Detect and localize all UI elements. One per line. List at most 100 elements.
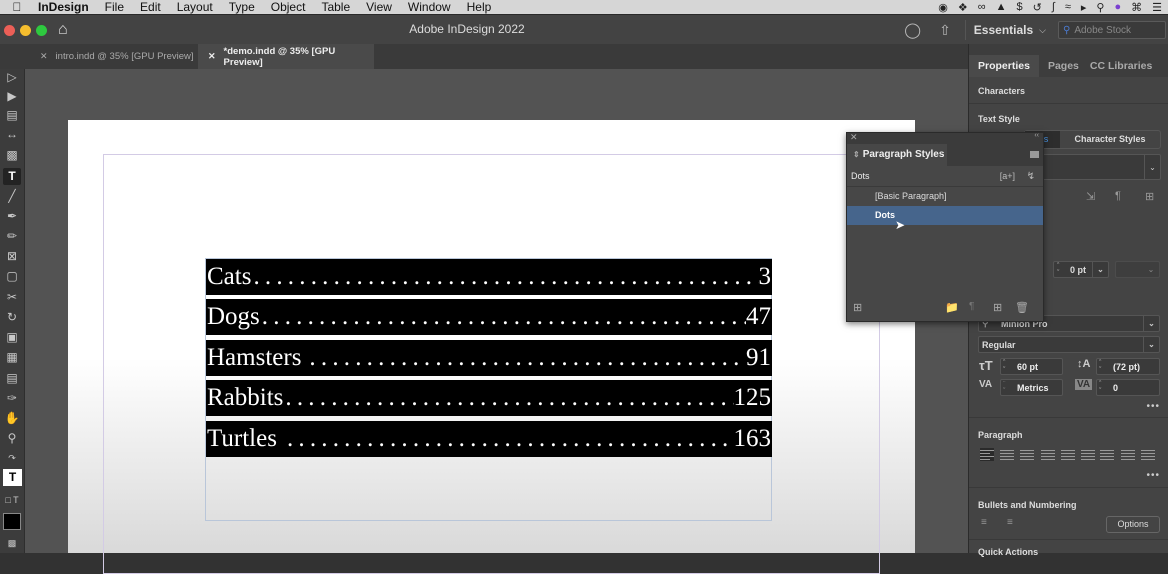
- align-center-icon[interactable]: [1000, 448, 1014, 461]
- tab-pages[interactable]: Pages: [1039, 55, 1088, 77]
- rectangle-tool-icon[interactable]: ▢: [3, 268, 21, 285]
- bulleted-list-icon[interactable]: ≡: [981, 517, 987, 528]
- spotlight-icon[interactable]: ⚲: [1096, 1, 1104, 14]
- stepper-icon[interactable]: ˆˇ: [1099, 381, 1101, 395]
- create-style-icon[interactable]: ⊞: [1145, 190, 1154, 203]
- menu-edit[interactable]: Edit: [140, 0, 161, 14]
- align-right-icon[interactable]: [1020, 448, 1034, 461]
- siri-icon[interactable]: ●: [1114, 1, 1121, 13]
- stack-icon[interactable]: ▲: [996, 1, 1007, 13]
- text-row[interactable]: Rabbits ................................…: [206, 380, 772, 416]
- tracking-field[interactable]: 0: [1096, 379, 1160, 396]
- chevron-down-icon[interactable]: ⌵: [1039, 25, 1046, 36]
- rectangle-frame-tool-icon[interactable]: ⊠: [3, 248, 21, 265]
- tab-demo[interactable]: ✕ *demo.indd @ 35% [GPU Preview]: [198, 44, 374, 69]
- lightbulb-icon[interactable]: ◯: [904, 21, 921, 39]
- gap-tool-icon[interactable]: ↔: [3, 126, 21, 143]
- menu-app[interactable]: InDesign: [38, 0, 89, 14]
- menu-table[interactable]: Table: [321, 0, 350, 14]
- bluetooth-icon[interactable]: ∫: [1052, 1, 1055, 13]
- swap-fill-stroke-icon[interactable]: ↷: [3, 450, 21, 467]
- stepper-icon[interactable]: ˆˇ: [1003, 360, 1005, 374]
- record-icon[interactable]: ◉: [938, 1, 948, 14]
- align-toward-spine-icon[interactable]: [1121, 448, 1135, 461]
- preview-mode-icon[interactable]: ▩: [3, 535, 21, 552]
- free-transform-tool-icon[interactable]: ↻: [3, 309, 21, 326]
- eyedropper-tool-icon[interactable]: ✑: [3, 390, 21, 407]
- indent-field[interactable]: 0 pt ⌄: [1053, 261, 1109, 278]
- numbered-list-icon[interactable]: ≡: [1007, 517, 1013, 528]
- options-button[interactable]: Options: [1106, 516, 1160, 533]
- more-options-icon[interactable]: •••: [1146, 470, 1160, 481]
- type-tool-icon[interactable]: T: [3, 168, 21, 185]
- adobe-stock-search[interactable]: ⚲ Adobe Stock: [1058, 21, 1166, 39]
- leading-field[interactable]: (72 pt): [1096, 358, 1160, 375]
- menu-view[interactable]: View: [366, 0, 392, 14]
- style-list-item[interactable]: Dots: [847, 206, 1043, 225]
- justify-left-icon[interactable]: [1041, 448, 1055, 461]
- create-new-style-icon[interactable]: ⊞: [993, 301, 1002, 314]
- selection-tool-icon[interactable]: ▷: [3, 69, 21, 86]
- canvas[interactable]: Cats ...................................…: [25, 69, 968, 574]
- menu-window[interactable]: Window: [408, 0, 451, 14]
- collapse-panel-icon[interactable]: ‹‹: [1034, 132, 1039, 139]
- panel-tab[interactable]: ⇕ Paragraph Styles: [847, 144, 947, 166]
- delete-style-icon[interactable]: 🗑: [1015, 301, 1029, 314]
- dollar-icon[interactable]: $: [1016, 1, 1022, 13]
- formatting-affects-text-icon[interactable]: □ T: [3, 492, 21, 509]
- hand-tool-icon[interactable]: ✋: [3, 410, 21, 427]
- direct-selection-tool-icon[interactable]: ▶: [3, 88, 21, 105]
- justify-all-icon[interactable]: [1100, 448, 1114, 461]
- close-tab-icon[interactable]: ✕: [208, 51, 216, 62]
- quick-apply-icon[interactable]: ↯: [1027, 166, 1035, 187]
- stepper-icon[interactable]: ˆˇ: [1003, 381, 1005, 395]
- time-machine-icon[interactable]: ↺: [1033, 1, 1042, 14]
- justify-center-icon[interactable]: [1061, 448, 1075, 461]
- style-list-item[interactable]: [Basic Paragraph]: [847, 187, 1043, 206]
- screen-mode-icon[interactable]: [3, 513, 21, 530]
- text-row[interactable]: Hamsters ...............................…: [206, 340, 772, 376]
- load-styles-icon[interactable]: ⊞: [853, 301, 862, 314]
- apple-icon[interactable]: : [0, 0, 34, 14]
- content-collector-icon[interactable]: ▩: [3, 147, 21, 164]
- clear-overrides-icon[interactable]: ¶: [1115, 190, 1121, 202]
- note-tool-icon[interactable]: ▤: [3, 370, 21, 387]
- stepper-icon[interactable]: ˆˇ: [1099, 360, 1101, 374]
- zoom-tool-icon[interactable]: ⚲: [3, 430, 21, 447]
- keyboard-icon[interactable]: ⌘: [1131, 1, 1142, 14]
- font-style-dropdown[interactable]: Regular ⌄: [978, 336, 1160, 353]
- workspace-switcher[interactable]: Essentials: [974, 23, 1033, 37]
- pencil-tool-icon[interactable]: ✏: [3, 228, 21, 245]
- dropbox-icon[interactable]: ❖: [958, 1, 968, 14]
- new-group-folder-icon[interactable]: 📁: [945, 301, 959, 314]
- gradient-feather-tool-icon[interactable]: ▦: [3, 349, 21, 366]
- volume-icon[interactable]: ▸: [1081, 1, 1087, 14]
- fill-stroke-text-icon[interactable]: T: [3, 469, 22, 486]
- text-row[interactable]: Dogs ...................................…: [206, 299, 772, 335]
- clear-overrides-icon[interactable]: ¶: [969, 301, 974, 312]
- stepper-icon[interactable]: ˆˇ: [1057, 263, 1059, 277]
- more-options-icon[interactable]: •••: [1146, 401, 1160, 412]
- menu-layout[interactable]: Layout: [177, 0, 213, 14]
- justify-right-icon[interactable]: [1081, 448, 1095, 461]
- tab-properties[interactable]: Properties: [969, 55, 1039, 77]
- wifi-icon[interactable]: ≈: [1065, 1, 1071, 13]
- creative-cloud-icon[interactable]: ∞: [978, 1, 986, 13]
- close-panel-icon[interactable]: ✕: [850, 132, 858, 143]
- align-left-icon[interactable]: [980, 448, 994, 461]
- paragraph-style-dropdown[interactable]: ⌄: [1037, 154, 1161, 180]
- share-icon[interactable]: ⇧: [939, 22, 951, 39]
- notification-center-icon[interactable]: ☰: [1152, 1, 1162, 14]
- menu-file[interactable]: File: [105, 0, 124, 14]
- pen-tool-icon[interactable]: ✒: [3, 208, 21, 225]
- page-tool-icon[interactable]: ▤: [3, 107, 21, 124]
- new-style-from-selection-icon[interactable]: [a+]: [1000, 166, 1015, 187]
- text-row[interactable]: Turtles ................................…: [206, 421, 772, 457]
- menu-type[interactable]: Type: [229, 0, 255, 14]
- text-row[interactable]: Cats ...................................…: [206, 259, 772, 295]
- tab-cc-libraries[interactable]: CC Libraries: [1088, 55, 1161, 77]
- gradient-swatch-tool-icon[interactable]: ▣: [3, 329, 21, 346]
- kerning-field[interactable]: Metrics: [1000, 379, 1063, 396]
- menu-help[interactable]: Help: [467, 0, 492, 14]
- redefine-style-icon[interactable]: ⇲: [1086, 190, 1095, 203]
